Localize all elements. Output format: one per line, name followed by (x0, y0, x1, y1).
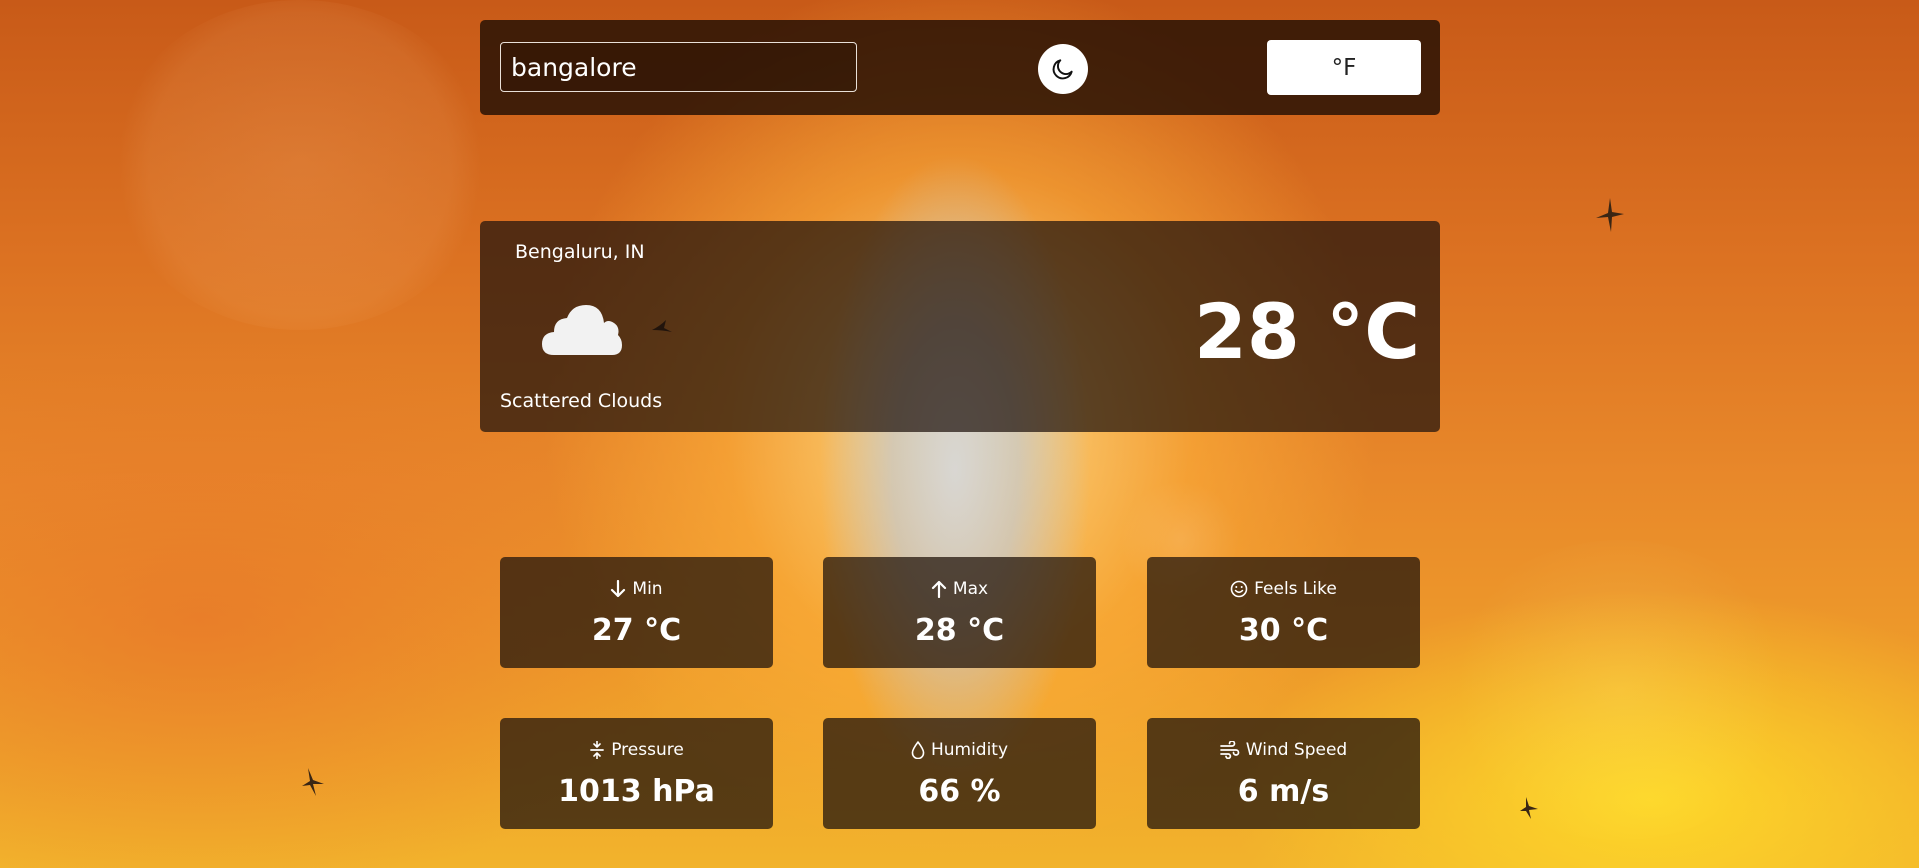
pressure-icon (590, 741, 605, 759)
moon-icon (1052, 59, 1073, 80)
stat-card-humidity: Humidity 66 % (823, 718, 1096, 829)
lens-flare (1440, 540, 1800, 840)
cloud-icon (542, 305, 622, 355)
arrow-up-icon (931, 580, 947, 598)
current-weather-card: Bengaluru, IN Scattered Clouds 28 °C (480, 221, 1440, 432)
stat-label: Pressure (611, 740, 684, 760)
arrow-down-icon (611, 580, 626, 598)
stat-value: 30 °C (1238, 613, 1329, 648)
droplet-icon (911, 741, 925, 759)
search-input[interactable] (500, 42, 857, 92)
stat-card-feels-like: Feels Like 30 °C (1147, 557, 1420, 668)
stat-label: Max (952, 579, 989, 599)
stat-value: 28 °C (914, 613, 1005, 648)
weather-description: Scattered Clouds (500, 390, 663, 412)
bird-silhouette (302, 768, 324, 796)
search-bar: °F (480, 20, 1440, 115)
bird-silhouette (1596, 198, 1624, 232)
stat-label: Humidity (930, 740, 1009, 760)
stat-card-pressure: Pressure 1013 hPa (500, 718, 773, 829)
theme-toggle-button[interactable] (1038, 44, 1088, 94)
lens-flare (110, 0, 490, 330)
stat-label: Feels Like (1254, 579, 1337, 599)
stat-card-min: Min 27 °C (500, 557, 773, 668)
stat-card-max: Max 28 °C (823, 557, 1096, 668)
stat-card-wind-speed: Wind Speed 6 m/s (1147, 718, 1420, 829)
smiley-icon (1230, 580, 1248, 598)
location-name: Bengaluru, IN (515, 241, 645, 263)
stat-value: 6 m/s (1237, 774, 1330, 809)
wind-icon (1219, 741, 1240, 759)
current-temperature: 28 °C (1194, 287, 1420, 376)
stat-label: Min (632, 579, 663, 599)
stat-value: 66 % (918, 774, 1001, 809)
stat-value: 1013 hPa (558, 774, 715, 809)
bird-silhouette (1520, 797, 1538, 819)
stat-label: Wind Speed (1245, 740, 1348, 760)
stat-value: 27 °C (591, 613, 682, 648)
unit-toggle-button[interactable]: °F (1267, 40, 1421, 95)
